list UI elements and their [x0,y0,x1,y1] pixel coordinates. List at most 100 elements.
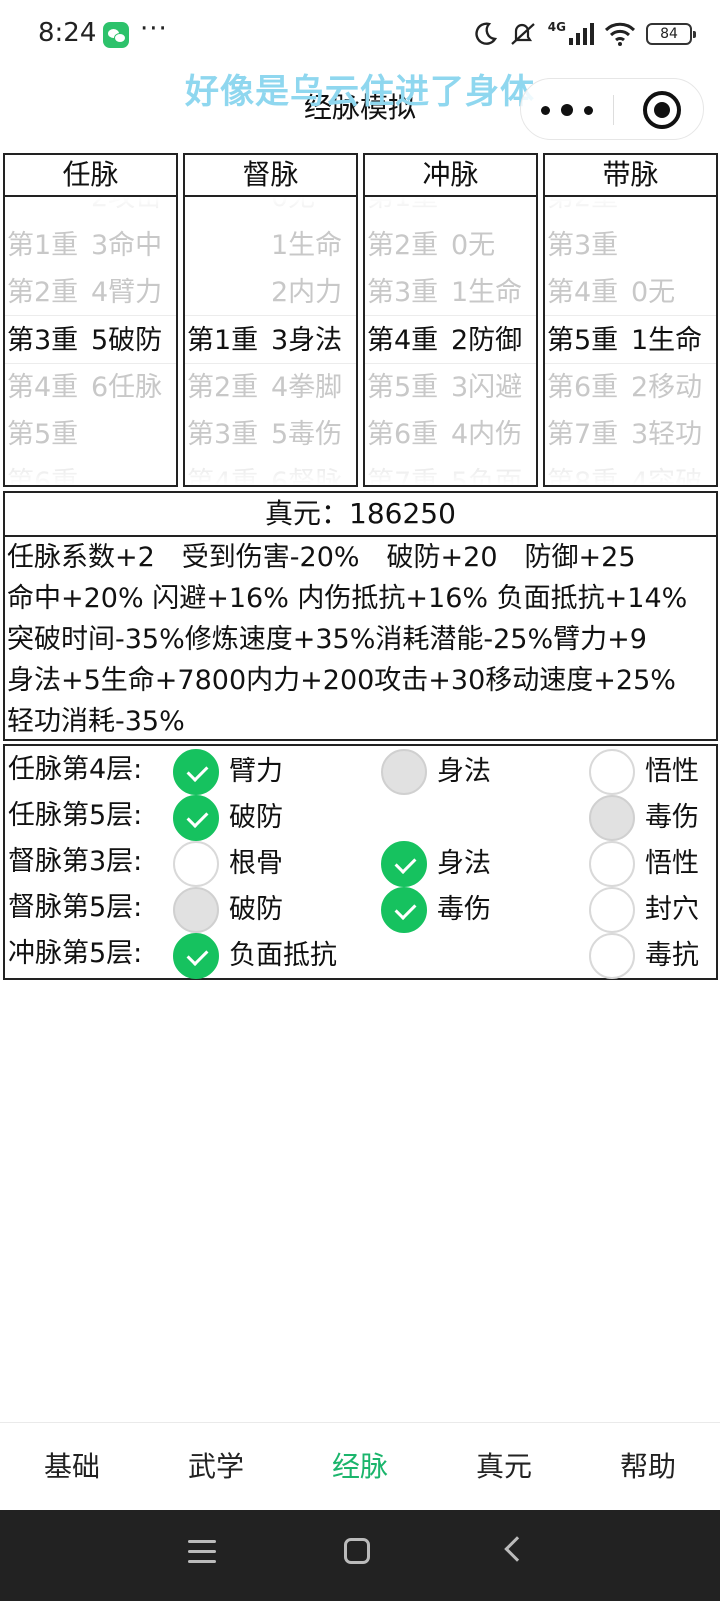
picker-value: 1生命 [631,325,703,356]
picker-row-selected[interactable]: 第4重 2防御 [367,317,536,365]
layer-label: 冲脉第5层: [8,938,143,969]
picker-row[interactable]: 第2重 4拳脚 [187,364,356,412]
meridian-column-title: 冲脉 [365,155,536,197]
wifi-icon [604,22,636,46]
menu-icon[interactable] [188,1540,216,1564]
meridian-column: 带脉第2重第3重第4重0无第5重1生命第6重2移动第7重3轻功第8重4突破 [543,153,718,487]
picker-level: 第3重 [187,419,259,450]
picker-fade [365,455,536,485]
picker-value: 0无 [631,277,676,308]
picker-row[interactable]: 第3重 5毒伤 [187,411,356,459]
true-qi-effect-line: 命中+20% 闪避+16% 内伤抵抗+16% 负面抵抗+14% [7,583,688,614]
level-picker[interactable]: 0无1生命2内力第1重3身法第2重4拳脚第3重5毒伤第4重6督脉 [185,197,356,485]
status-bar: 8:24 ··· 4G 84 [0,0,720,70]
picker-row[interactable]: 第6重 2移动 [547,364,716,412]
checkbox-icon[interactable] [173,841,219,887]
layer-option-label: 破防 [229,802,283,833]
picker-row[interactable]: 第2重 4臂力 [7,269,176,317]
tab-4[interactable]: 帮助 [576,1423,720,1510]
more-options-icon[interactable] [541,95,593,125]
picker-row[interactable]: 第6重 4内伤 [367,411,536,459]
picker-row-selected[interactable]: 第3重 5破防 [7,317,176,365]
layer-option-label: 毒伤 [437,894,491,925]
layer-label: 任脉第5层: [8,800,143,831]
picker-row[interactable]: 第7重 3轻功 [547,411,716,459]
signal-icon [569,23,594,45]
checkbox-checked-icon[interactable] [381,841,427,887]
more-notifications-icon: ··· [140,14,168,44]
tab-2[interactable]: 经脉 [288,1423,432,1510]
picker-level: 第5重 [547,325,619,356]
checkbox-icon[interactable] [589,933,635,979]
picker-level: 第2重 [7,277,79,308]
picker-row[interactable]: 第4重 0无 [547,269,716,317]
tab-3[interactable]: 真元 [432,1423,576,1510]
checkbox-checked-icon[interactable] [173,795,219,841]
picker-row[interactable]: 第4重 6任脉 [7,364,176,412]
checkbox-icon[interactable] [381,749,427,795]
checkbox-icon[interactable] [589,749,635,795]
mute-icon [511,23,535,45]
close-miniprogram-icon[interactable] [643,91,681,129]
picker-level: 第1重 [7,230,79,261]
true-qi-title: 真元：186250 [5,493,716,537]
tab-1[interactable]: 武学 [144,1423,288,1510]
layer-option-label: 悟性 [645,756,699,787]
layer-option-label: 身法 [437,848,491,879]
level-picker[interactable]: 第2重第3重第4重0无第5重1生命第6重2移动第7重3轻功第8重4突破 [545,197,716,485]
layer-option-label: 臂力 [229,756,283,787]
picker-row[interactable]: 1生命 [187,222,356,270]
picker-row[interactable]: 第3重 1生命 [367,269,536,317]
layer-row: 督脉第5层: 破防 毒伤 封穴 [5,886,716,933]
picker-fade [545,455,716,485]
true-qi-effect-line: 突破时间-35%修炼速度+35%消耗潜能-25%臂力+9 [7,624,647,655]
picker-level: 第3重 [547,230,619,261]
checkbox-checked-icon[interactable] [173,749,219,795]
picker-row-selected[interactable]: 第5重 1生命 [547,317,716,365]
checkbox-icon[interactable] [589,887,635,933]
picker-row[interactable]: 第3重 [547,222,716,270]
picker-value: 1生命 [271,230,343,261]
picker-row[interactable]: 2内力 [187,269,356,317]
home-icon[interactable] [344,1538,370,1564]
picker-level: 第4重 [367,325,439,356]
picker-row-selected[interactable]: 第1重 3身法 [187,317,356,365]
moon-icon [475,22,497,45]
layer-option-label: 毒抗 [645,940,699,971]
checkbox-icon[interactable] [589,795,635,841]
network-type: 4G [547,20,566,34]
picker-row[interactable]: 第1重 3命中 [7,222,176,270]
level-picker[interactable]: 第1重第2重0无第3重1生命第4重2防御第5重3闪避第6重4内伤第7重5负面 [365,197,536,485]
picker-fade [365,197,536,227]
battery-icon: 84 [646,23,696,45]
layer-options-panel: 任脉第4层: 臂力 身法 悟性 任脉第5层: 破防 毒伤 督脉第3层: 根骨 身法 悟性 督脉第5层:… [3,744,718,980]
picker-row[interactable]: 第5重 [7,411,176,459]
layer-label: 任脉第4层: [8,754,143,785]
tab-0[interactable]: 基础 [0,1423,144,1510]
layer-option-label: 根骨 [229,848,283,879]
picker-value: 3轻功 [631,419,703,450]
checkbox-icon[interactable] [173,887,219,933]
back-icon[interactable] [504,1536,530,1562]
checkbox-checked-icon[interactable] [173,933,219,979]
picker-value: 2内力 [271,277,343,308]
picker-level: 第4重 [7,372,79,403]
layer-option-label: 封穴 [645,894,699,925]
picker-level: 第2重 [367,230,439,261]
checkbox-checked-icon[interactable] [381,887,427,933]
true-qi-effects: 任脉系数+2 受到伤害-20% 破防+20 防御+25 命中+20% 闪避+16%… [5,537,716,742]
picker-row[interactable]: 第5重 3闪避 [367,364,536,412]
picker-fade [5,197,176,227]
picker-level: 第7重 [547,419,619,450]
layer-label: 督脉第5层: [8,892,143,923]
checkbox-icon[interactable] [589,841,635,887]
picker-value: 3身法 [271,325,343,356]
picker-row[interactable]: 第2重 0无 [367,222,536,270]
picker-fade [5,455,176,485]
picker-fade [545,197,716,227]
picker-level: 第6重 [367,419,439,450]
picker-value: 5破防 [91,325,163,356]
level-picker[interactable]: 2攻击第1重3命中第2重4臂力第3重5破防第4重6任脉第5重第6重 [5,197,176,485]
picker-value: 4拳脚 [271,372,343,403]
picker-level: 第6重 [547,372,619,403]
